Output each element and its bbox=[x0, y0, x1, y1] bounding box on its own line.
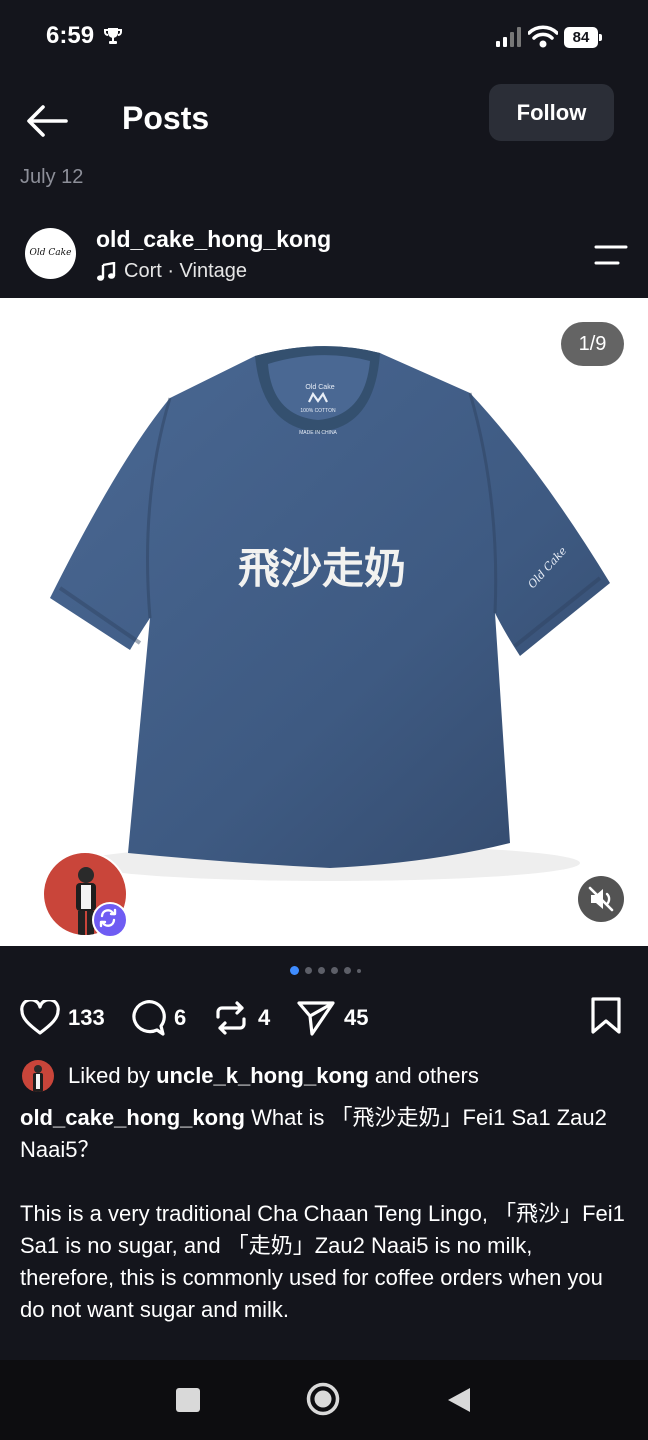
battery-level: 84 bbox=[564, 27, 598, 48]
repost-icon bbox=[216, 1001, 246, 1035]
battery-icon: 84 bbox=[564, 27, 602, 48]
tag-material: 100% COTTON bbox=[300, 408, 336, 414]
repost-count: 4 bbox=[258, 1005, 271, 1030]
carousel-dot bbox=[318, 967, 325, 974]
share-count: 45 bbox=[344, 1005, 369, 1030]
tag-origin: MADE IN CHINA bbox=[299, 430, 337, 436]
trophy-icon bbox=[104, 28, 122, 44]
recents-button[interactable] bbox=[176, 1388, 200, 1412]
bookmark-icon[interactable] bbox=[589, 996, 623, 1036]
caption-username[interactable]: old_cake_hong_kong bbox=[20, 1105, 245, 1130]
author-username[interactable]: old_cake_hong_kong bbox=[96, 226, 331, 253]
music-label: Cort · Vintage bbox=[124, 260, 248, 282]
system-nav-bar bbox=[0, 1360, 648, 1440]
music-note-icon bbox=[97, 261, 116, 281]
tag-brand: Old Cake bbox=[305, 384, 334, 391]
shirt-print: 飛沙走奶 bbox=[238, 544, 406, 593]
post-image[interactable]: Old Cake 100% COTTON MADE IN CHINA 飛沙走奶 … bbox=[0, 298, 648, 946]
home-button[interactable] bbox=[306, 1382, 340, 1416]
like-count: 133 bbox=[68, 1005, 105, 1030]
comment-button[interactable]: 6 bbox=[126, 996, 186, 1040]
wifi-icon bbox=[528, 25, 558, 48]
carousel-dot bbox=[331, 967, 338, 974]
status-bar: 6:59 84 bbox=[0, 0, 648, 76]
carousel-dot bbox=[357, 968, 361, 973]
mute-button[interactable] bbox=[578, 876, 624, 922]
repost-badge-icon bbox=[92, 902, 128, 938]
carousel-dots bbox=[290, 966, 361, 975]
heart-icon bbox=[20, 1000, 60, 1035]
post-date: July 12 bbox=[20, 166, 84, 188]
carousel-dot bbox=[344, 967, 351, 974]
carousel-dot bbox=[305, 967, 312, 974]
liked-by-suffix: and others bbox=[374, 1063, 479, 1088]
speaker-muted-icon bbox=[588, 886, 614, 912]
back-triangle-icon[interactable] bbox=[446, 1386, 472, 1414]
comment-icon bbox=[132, 1000, 166, 1036]
share-button[interactable]: 45 bbox=[296, 996, 368, 1040]
caption-body: This is a very traditional Cha Chaan Ten… bbox=[20, 1201, 625, 1322]
status-time: 6:59 bbox=[46, 22, 95, 49]
signal-icon bbox=[496, 27, 521, 47]
back-arrow-icon[interactable] bbox=[26, 104, 68, 138]
post-caption: old_cake_hong_kong What is 「飛沙走奶」Fei1 Sa… bbox=[20, 1102, 630, 1166]
carousel-dot bbox=[290, 966, 299, 975]
follow-button[interactable]: Follow bbox=[489, 84, 614, 141]
menu-icon[interactable] bbox=[593, 244, 629, 266]
post-actions: 133 6 4 45 bbox=[0, 996, 648, 1042]
repost-button[interactable]: 4 bbox=[212, 996, 270, 1040]
page-title: Posts bbox=[122, 100, 210, 136]
liked-by-user[interactable]: uncle_k_hong_kong bbox=[156, 1063, 369, 1088]
carousel-counter: 1/9 bbox=[561, 322, 624, 366]
music-attribution[interactable]: Cort · Vintage bbox=[96, 260, 247, 283]
comment-count: 6 bbox=[174, 1005, 187, 1030]
liker-avatar bbox=[22, 1060, 54, 1092]
like-button[interactable]: 133 bbox=[20, 996, 105, 1040]
author-avatar[interactable]: Old Cake bbox=[25, 228, 76, 279]
tshirt-image: Old Cake 100% COTTON MADE IN CHINA 飛沙走奶 … bbox=[50, 346, 610, 881]
send-icon bbox=[297, 1001, 335, 1036]
liked-by-prefix: Liked by bbox=[68, 1063, 150, 1088]
liked-by[interactable]: Liked by uncle_k_hong_kong and others bbox=[22, 1060, 479, 1092]
